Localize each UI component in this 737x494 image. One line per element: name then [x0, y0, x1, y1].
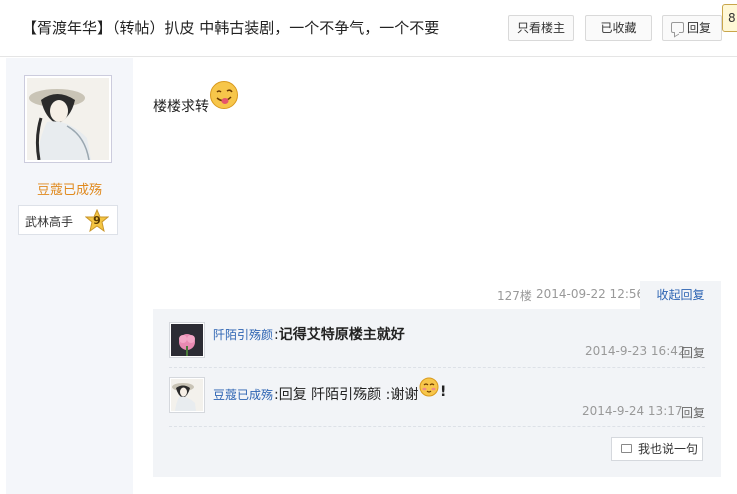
comment-avatar[interactable] — [169, 377, 205, 413]
comment-body: 记得艾特原楼主就好 — [278, 327, 405, 343]
rank-level: 9 — [93, 214, 101, 227]
thread-header: 【胥渡年华】（转帖）扒皮 中韩古装剧，一个不争气，一个不要 只看楼主 已收藏 回… — [0, 0, 737, 57]
lotus-avatar-image — [171, 324, 203, 356]
comment-text: :记得艾特原楼主就好 — [274, 324, 405, 344]
floor-tooltip: 8 — [722, 4, 737, 32]
comment-text: :回复 阡陌引殇颜 :谢谢 — [274, 384, 418, 404]
shy-smiley-icon — [419, 377, 439, 397]
favorited-button[interactable]: 已收藏 — [585, 15, 652, 41]
comment-divider — [169, 367, 705, 368]
comment-time: 2014-9-24 13:17 — [582, 404, 683, 418]
collapse-replies-button[interactable]: 收起回复 — [640, 281, 721, 309]
floor-number: 127楼 — [497, 289, 532, 303]
avatar-image — [27, 78, 109, 160]
post-time: 2014-09-22 12:56 — [536, 287, 645, 301]
comment-text-suffix: ! — [440, 384, 447, 400]
level-star-icon: 9 — [84, 208, 110, 233]
comment-avatar[interactable] — [169, 322, 205, 358]
thread-title: 【胥渡年华】（转帖）扒皮 中韩古装剧，一个不争气，一个不要 — [22, 19, 440, 37]
avatar[interactable] — [24, 75, 112, 163]
comment-body: 回复 阡陌引殇颜 :谢谢 — [278, 387, 419, 403]
add-comment-label: 我也说一句 — [638, 442, 699, 456]
author-name[interactable]: 豆蔻已成殇 — [6, 179, 133, 198]
rank-badge-box: 武林高手 9 — [18, 205, 118, 235]
post-text: 楼楼求转 — [153, 99, 209, 115]
add-comment-button[interactable]: 我也说一句 — [611, 437, 703, 461]
comment-box: 阡陌引殇颜 :记得艾特原楼主就好 2014-9-23 16:42 回复 豆蔻已成… — [153, 309, 721, 477]
avatar-image — [171, 379, 203, 411]
reply-button-label: 回复 — [686, 21, 711, 35]
comment-icon — [671, 22, 684, 33]
comment-reply-button[interactable]: 回复 — [681, 344, 705, 361]
only-op-button[interactable]: 只看楼主 — [508, 15, 574, 41]
comment-reply-button[interactable]: 回复 — [681, 404, 705, 421]
rank-title: 武林高手 — [25, 215, 74, 229]
comment-user[interactable]: 豆蔻已成殇 — [213, 386, 273, 403]
comment-icon — [621, 444, 632, 453]
comment-user[interactable]: 阡陌引殇颜 — [213, 326, 273, 343]
comment-divider — [169, 426, 705, 427]
reply-button[interactable]: 回复 — [662, 15, 722, 41]
author-panel: 豆蔻已成殇 武林高手 9 — [6, 58, 133, 494]
tongue-smiley-icon — [210, 81, 238, 109]
comment-time: 2014-9-23 16:42 — [585, 344, 686, 358]
